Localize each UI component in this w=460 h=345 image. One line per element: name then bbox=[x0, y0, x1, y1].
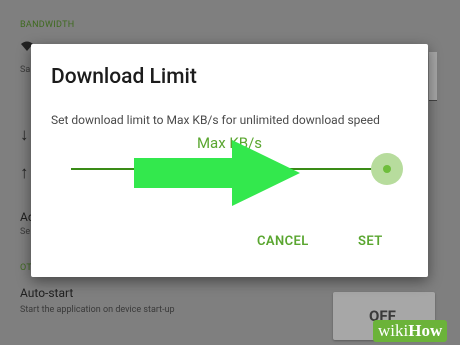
set-button[interactable]: SET bbox=[358, 234, 383, 249]
watermark-part2: How bbox=[408, 321, 443, 340]
wikihow-watermark: wikiHow bbox=[373, 320, 448, 342]
watermark-part1: wiki bbox=[378, 321, 409, 340]
cancel-button[interactable]: CANCEL bbox=[257, 234, 309, 249]
arrow-down-icon: ↓ bbox=[20, 125, 29, 145]
seekbar-thumb[interactable] bbox=[383, 165, 391, 173]
dialog-message: Set download limit to Max KB/s for unlim… bbox=[51, 113, 380, 127]
dialog-title: Download Limit bbox=[51, 65, 197, 89]
autostart-subtitle: Start the application on device start-up bbox=[20, 305, 175, 315]
row-subtitle-fragment: Se bbox=[20, 227, 31, 237]
arrow-up-icon: ↑ bbox=[20, 163, 29, 183]
wifi-row-control[interactable] bbox=[429, 52, 437, 101]
section-header-bandwidth: BANDWIDTH bbox=[20, 20, 75, 30]
seekbar-value-label: Max KB/s bbox=[196, 134, 263, 152]
download-limit-dialog: Download Limit Set download limit to Max… bbox=[31, 44, 428, 277]
autostart-title: Auto-start bbox=[20, 286, 74, 300]
wifi-row-subtitle: Sa bbox=[20, 65, 31, 75]
seekbar-track[interactable] bbox=[71, 168, 387, 170]
